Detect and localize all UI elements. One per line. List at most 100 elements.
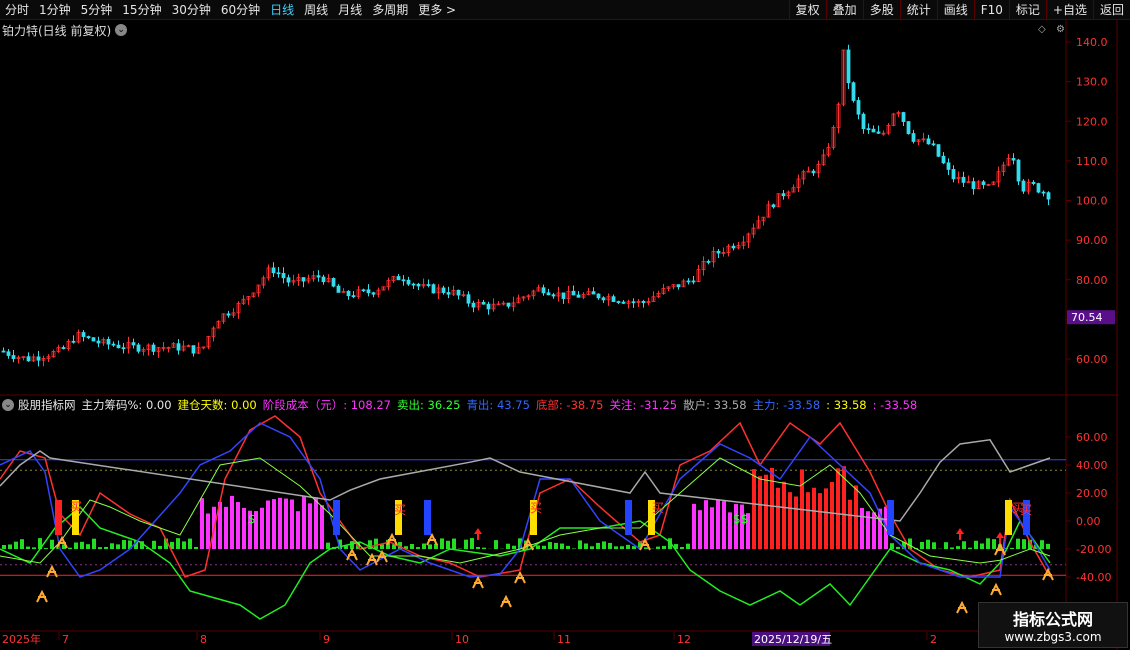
kline-chart[interactable]: 140.0 130.0 120.0 110.0 100.0 90.00 80.00 7 0.00… bbox=[0, 0, 1130, 650]
indicator-bar bbox=[896, 546, 900, 549]
indicator-bar bbox=[230, 495, 234, 549]
candle-body bbox=[61, 347, 66, 349]
buy-signal-label: 买 bbox=[530, 501, 542, 515]
signal-block bbox=[424, 500, 431, 535]
up-arrow-icon bbox=[474, 528, 482, 540]
figure-marker-icon bbox=[956, 600, 968, 614]
indicator-bar bbox=[926, 539, 930, 549]
indicator-bar bbox=[596, 542, 600, 549]
indicator-bar bbox=[8, 544, 12, 549]
candle-body bbox=[116, 344, 121, 349]
date-label: 11 bbox=[557, 633, 571, 646]
indicator-bar bbox=[116, 544, 120, 549]
dollar-signal-label: $$ bbox=[733, 512, 748, 526]
indicator-bar bbox=[302, 496, 306, 549]
indicator-value-0: 主力筹码%: 0.00 bbox=[81, 398, 172, 412]
indicator-bar bbox=[182, 541, 186, 549]
price-tick-label: 130.0 bbox=[1076, 76, 1108, 89]
candle-body bbox=[456, 289, 461, 296]
indicator-value-5: 底部: -38.75 bbox=[535, 398, 604, 412]
indicator-menu-icon[interactable]: ⌄ bbox=[2, 399, 14, 411]
indicator-legend: ⌄ 股朋指标网 主力筹码%: 0.00 建仓天数: 0.00 阶段成本（元）: 10… bbox=[2, 397, 923, 413]
candle-body bbox=[276, 272, 281, 275]
candle-body bbox=[631, 301, 636, 304]
indicator-bar bbox=[992, 539, 996, 549]
candle-body bbox=[346, 290, 351, 297]
indicator-bar bbox=[962, 541, 966, 549]
candle-body bbox=[706, 261, 711, 263]
candle-body bbox=[366, 289, 371, 294]
signal-block bbox=[333, 500, 340, 535]
candle-body bbox=[546, 292, 551, 296]
candle-body bbox=[691, 280, 696, 283]
indicator-bar bbox=[584, 543, 588, 549]
candle-body bbox=[136, 344, 141, 352]
indicator-bar bbox=[80, 541, 84, 549]
candle-body bbox=[641, 301, 646, 304]
buy-signal-label: 买 bbox=[1020, 503, 1032, 517]
indicator-bar bbox=[698, 510, 702, 549]
indicator-bar bbox=[512, 545, 516, 549]
indicator-bar bbox=[548, 542, 552, 549]
candle-body bbox=[1046, 192, 1051, 200]
candle-body bbox=[441, 287, 446, 293]
indicator-bar bbox=[728, 512, 732, 549]
candle-body bbox=[486, 303, 491, 310]
indicator-bar bbox=[572, 548, 576, 549]
indicator-bar bbox=[422, 543, 426, 549]
candle-body bbox=[286, 277, 291, 283]
indicator-bar bbox=[554, 542, 558, 549]
indicator-tick-label: -20.00 bbox=[1076, 543, 1111, 556]
price-tick-label: 80.00 bbox=[1076, 274, 1108, 287]
indicator-bar bbox=[770, 467, 774, 549]
indicator-bar bbox=[194, 546, 198, 549]
indicator-bar bbox=[440, 538, 444, 549]
indicator-bar bbox=[266, 500, 270, 549]
indicator-tick-label: 0.00 bbox=[1076, 515, 1101, 528]
indicator-bar bbox=[98, 547, 102, 549]
up-arrow-icon bbox=[956, 528, 964, 540]
candle-body bbox=[176, 343, 181, 351]
indicator-bar bbox=[986, 538, 990, 549]
figure-marker-icon bbox=[36, 589, 48, 603]
indicator-bar bbox=[110, 543, 114, 549]
date-label: 2025/12/19/五 bbox=[754, 633, 832, 646]
indicator-bar bbox=[614, 546, 618, 549]
candle-body bbox=[226, 313, 231, 316]
indicator-bar bbox=[410, 544, 414, 549]
figure-marker-icon bbox=[346, 547, 358, 561]
indicator-bar bbox=[1010, 547, 1014, 549]
candle-body bbox=[616, 301, 621, 303]
indicator-bar bbox=[590, 546, 594, 549]
indicator-bar bbox=[200, 498, 204, 549]
indicator-bar bbox=[968, 547, 972, 549]
figure-marker-icon bbox=[514, 570, 526, 584]
indicator-bar bbox=[272, 499, 276, 549]
dollar-signal-label: $ bbox=[248, 512, 256, 526]
indicator-bar bbox=[722, 501, 726, 549]
indicator-bar bbox=[686, 543, 690, 549]
indicator-bar bbox=[716, 500, 720, 549]
indicator-bar bbox=[662, 545, 666, 549]
up-arrow-icon bbox=[996, 532, 1004, 544]
date-label: 7 bbox=[62, 633, 69, 646]
candle-body bbox=[906, 121, 911, 134]
candle-body bbox=[331, 278, 336, 287]
candle-body bbox=[396, 276, 401, 281]
indicator-name[interactable]: 股朋指标网 bbox=[18, 397, 76, 413]
candle-body bbox=[1, 350, 6, 353]
indicator-bar bbox=[920, 541, 924, 549]
indicator-bar bbox=[542, 545, 546, 549]
candle-body bbox=[856, 100, 861, 115]
indicator-bar bbox=[86, 544, 90, 549]
candle-body bbox=[81, 332, 86, 337]
candle-body bbox=[551, 294, 556, 297]
indicator-bar bbox=[206, 513, 210, 549]
date-label: 8 bbox=[200, 633, 207, 646]
indicator-tick-label: 40.00 bbox=[1076, 459, 1108, 472]
candle-body bbox=[686, 280, 691, 283]
candle-body bbox=[431, 284, 436, 294]
date-label: 2 bbox=[930, 633, 937, 646]
indicator-bar bbox=[848, 499, 852, 549]
candle-body bbox=[471, 302, 476, 308]
